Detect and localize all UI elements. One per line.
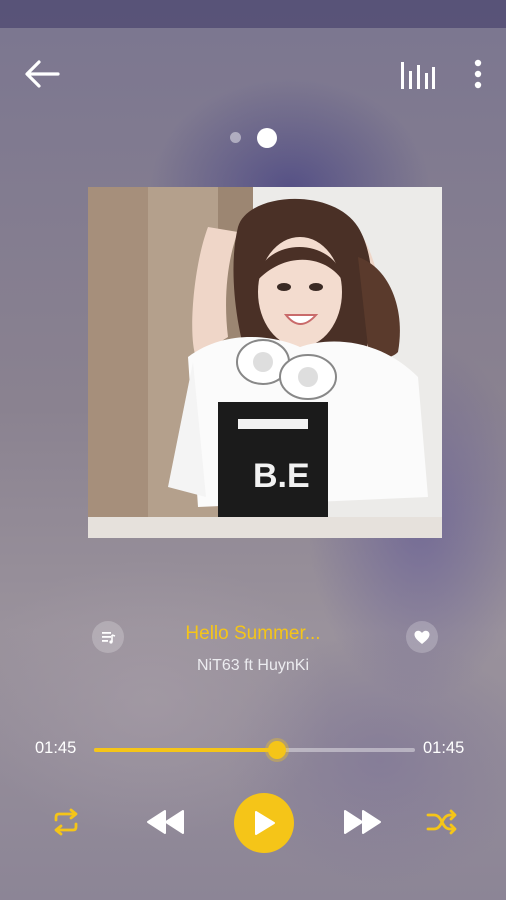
back-button[interactable] xyxy=(18,52,66,96)
arrow-left-icon xyxy=(25,60,60,88)
play-icon xyxy=(255,811,275,835)
shuffle-icon xyxy=(426,809,457,835)
fast-forward-button[interactable] xyxy=(336,802,388,842)
playlist-icon xyxy=(102,632,116,644)
song-info: Hello Summer... NiT63 ft HuynKi xyxy=(0,615,506,685)
shuffle-button[interactable] xyxy=(420,802,464,842)
music-player-screen: B.E Hello Summer... NiT63 ft HuynKi 01:4… xyxy=(0,0,506,900)
album-art[interactable]: B.E xyxy=(88,187,442,538)
song-artist: NiT63 ft HuynKi xyxy=(196,657,310,674)
playback-controls xyxy=(0,790,506,856)
heart-icon xyxy=(414,630,430,644)
favorite-button[interactable] xyxy=(406,621,438,653)
queue-button[interactable] xyxy=(92,621,124,653)
seek-bar-thumb[interactable] xyxy=(267,741,286,759)
svg-text:B.E: B.E xyxy=(253,457,310,495)
seek-bar[interactable] xyxy=(94,741,415,759)
page-dot-2-active[interactable] xyxy=(257,128,277,148)
album-art-image: B.E xyxy=(88,187,442,538)
total-time: 01:45 xyxy=(423,739,465,757)
equalizer-icon xyxy=(401,62,435,89)
repeat-icon xyxy=(54,808,78,836)
rewind-button[interactable] xyxy=(140,802,192,842)
play-button[interactable] xyxy=(234,793,294,853)
repeat-button[interactable] xyxy=(44,802,88,842)
more-options-button[interactable] xyxy=(462,52,494,96)
equalizer-button[interactable] xyxy=(392,52,442,96)
seek-bar-progress xyxy=(94,748,277,752)
more-vertical-icon xyxy=(474,59,482,89)
song-title: Hello Summer... xyxy=(185,623,321,644)
current-time: 01:45 xyxy=(35,739,77,757)
page-indicator xyxy=(0,128,506,148)
status-bar xyxy=(0,0,506,28)
fast-forward-icon xyxy=(344,810,381,834)
top-bar xyxy=(0,40,506,104)
page-dot-1[interactable] xyxy=(230,132,241,143)
progress-area: 01:45 01:45 xyxy=(0,735,506,765)
rewind-icon xyxy=(147,810,184,834)
